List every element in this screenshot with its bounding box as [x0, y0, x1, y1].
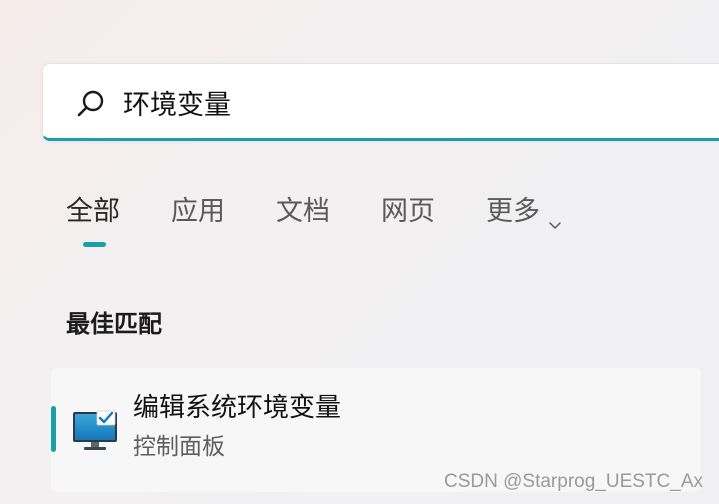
control-panel-monitor-icon — [71, 408, 121, 454]
search-box[interactable] — [42, 63, 719, 141]
result-subtitle: 控制面板 — [133, 434, 225, 460]
result-title: 编辑系统环境变量 — [133, 393, 342, 423]
watermark-text: CSDN @Starprog_UESTC_Ax — [444, 471, 703, 492]
chevron-down-icon — [548, 204, 562, 229]
tab-apps[interactable]: 应用 — [171, 192, 225, 232]
tab-documents[interactable]: 文档 — [276, 192, 330, 232]
tab-all[interactable]: 全部 — [66, 192, 120, 232]
tab-web[interactable]: 网页 — [381, 192, 435, 232]
search-icon — [75, 88, 107, 120]
selection-accent — [51, 406, 56, 452]
tab-more-label: 更多 — [486, 196, 540, 227]
search-input[interactable] — [123, 82, 643, 122]
tab-more[interactable]: 更多 — [486, 192, 562, 232]
active-tab-indicator — [83, 242, 106, 247]
section-title-best-match: 最佳匹配 — [66, 310, 162, 338]
